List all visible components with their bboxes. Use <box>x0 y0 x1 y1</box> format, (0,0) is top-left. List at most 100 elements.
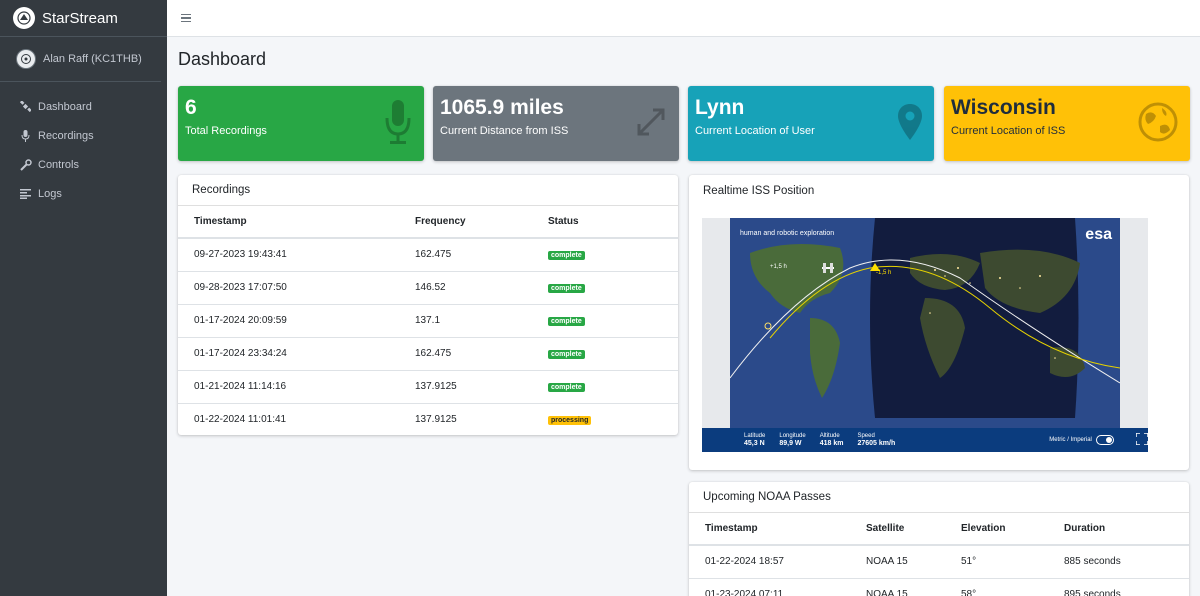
table-row[interactable]: 09-28-2023 17:07:50 146.52 complete <box>178 270 678 304</box>
status-badge: complete <box>548 284 585 293</box>
units-toggle-label: Metric / Imperial <box>1049 437 1092 443</box>
user-name: Alan Raff (KC1THB) <box>43 53 142 65</box>
column-header-duration: Duration <box>1048 513 1189 546</box>
column-header-status: Status <box>532 206 678 239</box>
status-badge: processing <box>548 416 592 426</box>
table-row[interactable]: 01-17-2024 20:09:59 137.1 complete <box>178 303 678 337</box>
table-header-row: Timestamp Frequency Status <box>178 206 678 239</box>
column-header-timestamp: Timestamp <box>689 513 850 546</box>
units-toggle[interactable] <box>1095 435 1114 445</box>
sidebar-item-controls[interactable]: Controls <box>0 150 167 179</box>
sidebar-item-logs[interactable]: Logs <box>0 179 167 208</box>
top-navbar <box>167 0 1200 37</box>
sidebar-item-dashboard[interactable]: Dashboard <box>0 92 167 121</box>
wrench-icon <box>19 158 32 171</box>
table-row[interactable]: 01-22-2024 11:01:41 137.9125 processing <box>178 402 678 435</box>
starstream-logo-icon <box>13 7 35 29</box>
cell-duration: 895 seconds <box>1048 577 1189 596</box>
microphone-icon <box>19 129 32 142</box>
cell-status: complete <box>532 270 678 304</box>
cell-timestamp: 09-28-2023 17:07:50 <box>178 270 399 304</box>
cell-frequency: 146.52 <box>399 270 532 304</box>
stat-latitude: Latitude 45,3 N <box>744 433 766 447</box>
iss-map-widget[interactable]: human and robotic exploration esa +1,5 h… <box>702 218 1149 452</box>
sidebar-nav: Dashboard Recordings Controls Logs <box>0 92 167 208</box>
info-box-value: 6 <box>185 96 197 119</box>
cell-elevation: 58° <box>945 577 1048 596</box>
cell-satellite: NOAA 15 <box>850 577 945 596</box>
stat-speed: Speed 27605 km/h <box>857 433 896 447</box>
status-badge: complete <box>548 350 585 359</box>
app-title: StarStream <box>42 9 118 27</box>
column-header-frequency: Frequency <box>399 206 532 239</box>
column-header-timestamp: Timestamp <box>178 206 399 239</box>
cell-status: complete <box>532 369 678 403</box>
world-map: human and robotic exploration esa +1,5 h… <box>730 218 1120 428</box>
cell-timestamp: 01-21-2024 11:14:16 <box>178 369 399 403</box>
cell-frequency: 162.475 <box>399 336 532 370</box>
card-title: Recordings <box>178 175 678 206</box>
cell-timestamp: 01-22-2024 11:01:41 <box>178 402 399 435</box>
list-icon <box>19 188 32 199</box>
info-box-value: Lynn <box>695 96 745 119</box>
stat-altitude: Altitude 418 km <box>819 433 844 447</box>
arrows-diagonal-icon <box>635 106 667 143</box>
table-header-row: Timestamp Satellite Elevation Duration <box>689 513 1189 546</box>
microphone-icon <box>384 100 412 149</box>
cell-timestamp: 01-23-2024 07:11 <box>689 577 850 596</box>
noaa-passes-card: Upcoming NOAA Passes Timestamp Satellite… <box>689 482 1189 596</box>
globe-icon <box>1138 102 1178 147</box>
track-label-forward: +1,5 h <box>770 264 787 270</box>
cell-status: processing <box>532 402 678 435</box>
cell-status: complete <box>532 303 678 337</box>
table-row[interactable]: 01-22-2024 18:57 NOAA 15 51° 885 seconds <box>689 544 1189 578</box>
card-title: Upcoming NOAA Passes <box>689 482 1189 513</box>
sidebar-item-label: Logs <box>38 187 62 200</box>
column-header-elevation: Elevation <box>945 513 1048 546</box>
sidebar: StarStream Alan Raff (KC1THB) Dashboard … <box>0 0 167 596</box>
noaa-passes-table: Timestamp Satellite Elevation Duration 0… <box>689 513 1189 596</box>
sidebar-item-recordings[interactable]: Recordings <box>0 121 167 150</box>
esa-logo: esa <box>1085 226 1112 243</box>
page-title: Dashboard <box>178 49 267 69</box>
sidebar-item-label: Dashboard <box>38 100 92 113</box>
track-label-back: -1,5 h <box>876 270 892 276</box>
status-badge: complete <box>548 383 585 392</box>
map-pin-icon <box>898 104 922 145</box>
cell-timestamp: 01-17-2024 20:09:59 <box>178 303 399 337</box>
sidebar-item-label: Recordings <box>38 129 94 142</box>
status-badge: complete <box>548 317 585 326</box>
cell-frequency: 137.1 <box>399 303 532 337</box>
table-row[interactable]: 01-17-2024 23:34:24 162.475 complete <box>178 336 678 370</box>
avatar <box>16 49 36 69</box>
cell-frequency: 137.9125 <box>399 402 532 435</box>
menu-toggle-icon[interactable] <box>181 13 191 23</box>
cell-timestamp: 01-22-2024 18:57 <box>689 544 850 578</box>
stat-longitude: Longitude 89,9 W <box>779 433 806 447</box>
column-header-satellite: Satellite <box>850 513 945 546</box>
iss-stats-bar: Latitude 45,3 N Longitude 89,9 W Altitude 4… <box>702 428 1149 452</box>
cell-status: complete <box>532 336 678 370</box>
cell-frequency: 137.9125 <box>399 369 532 403</box>
user-panel[interactable]: Alan Raff (KC1THB) <box>0 37 161 82</box>
table-row[interactable]: 01-23-2024 07:11 NOAA 15 58° 895 seconds <box>689 577 1189 596</box>
info-box-total-recordings: 6 Total Recordings <box>178 86 424 161</box>
brand[interactable]: StarStream <box>0 0 167 37</box>
iss-position-card: Realtime ISS Position human and robotic … <box>689 175 1189 470</box>
fullscreen-icon[interactable] <box>1135 432 1149 447</box>
cell-satellite: NOAA 15 <box>850 544 945 578</box>
cell-status: complete <box>532 237 678 271</box>
recordings-card: Recordings Timestamp Frequency Status 09… <box>178 175 678 435</box>
map-caption: human and robotic exploration <box>740 230 835 237</box>
cell-timestamp: 09-27-2023 19:43:41 <box>178 237 399 271</box>
info-box-iss-location: Wisconsin Current Location of ISS <box>944 86 1190 161</box>
table-row[interactable]: 01-21-2024 11:14:16 137.9125 complete <box>178 369 678 403</box>
card-title: Realtime ISS Position <box>703 184 815 197</box>
info-box-user-location: Lynn Current Location of User <box>688 86 934 161</box>
table-row[interactable]: 09-27-2023 19:43:41 162.475 complete <box>178 237 678 271</box>
cell-duration: 885 seconds <box>1048 544 1189 578</box>
info-box-label: Total Recordings <box>185 125 267 137</box>
status-badge: complete <box>548 251 585 261</box>
info-box-distance: 1065.9 miles Current Distance from ISS <box>433 86 679 161</box>
cell-frequency: 162.475 <box>399 237 532 271</box>
